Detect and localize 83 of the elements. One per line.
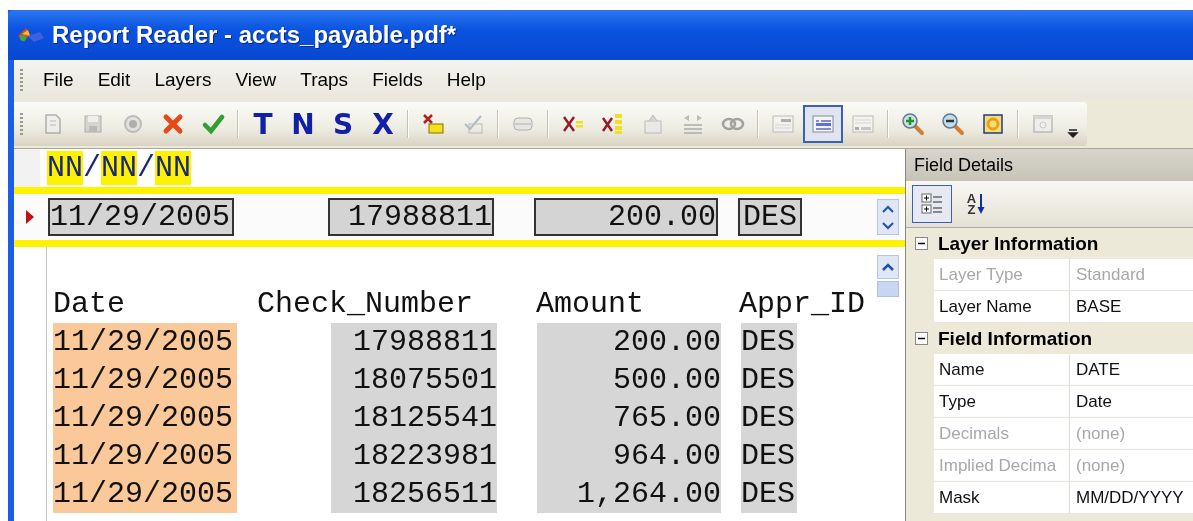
table-cell: DES (741, 399, 797, 437)
column-header: Check_Number (257, 287, 475, 321)
column-header: Amount (536, 287, 646, 321)
property-value[interactable]: BASE (1070, 291, 1122, 322)
table-cell: 18125541 (331, 399, 497, 437)
letter-button[interactable]: N (283, 105, 323, 143)
category-heading: Layer Information (938, 232, 1099, 255)
zoom-out-icon (941, 112, 965, 136)
fit-icon (981, 112, 1005, 136)
sort-button[interactable]: A Z (956, 185, 996, 223)
zoom-in-icon (901, 112, 925, 136)
down-arrow-icon (977, 193, 986, 215)
scroll-up-button[interactable] (877, 255, 899, 279)
grip-handle[interactable] (20, 69, 23, 91)
menu-item[interactable]: Edit (87, 69, 145, 91)
gutter (14, 149, 40, 187)
scroll-thumb[interactable] (877, 281, 899, 297)
property-name: Layer Name (934, 291, 1070, 322)
table-cell: 11/29/2005 (53, 475, 237, 513)
cross-box-icon (421, 112, 445, 136)
close-icon (161, 112, 185, 136)
menu-item[interactable]: View (225, 69, 291, 91)
table-cell: 18223981 (331, 437, 497, 475)
letter-button[interactable]: X (363, 105, 403, 143)
mask-text[interactable]: NN/NN/NN (47, 151, 192, 185)
panel-title: Field Details (906, 149, 1193, 181)
table-cell: DES (741, 475, 797, 513)
letter-button[interactable]: S (323, 105, 363, 143)
cross-list-icon (601, 112, 625, 136)
menu-item[interactable]: Fields (362, 69, 437, 91)
table-cell: 200.00 (537, 323, 721, 361)
layout-icon (811, 112, 835, 136)
table-cell: DES (741, 323, 797, 361)
property-name: Name (934, 354, 1070, 385)
layout-icon (771, 112, 795, 136)
menu-item[interactable]: Help (436, 69, 500, 91)
categorized-button[interactable] (912, 185, 952, 223)
circle-icon (121, 112, 145, 136)
property-name: Layer Type (934, 259, 1070, 290)
upload-icon (641, 112, 665, 136)
menu-item[interactable]: Traps (290, 69, 363, 91)
property-value[interactable]: Date (1070, 386, 1112, 417)
template-field[interactable]: 11/29/2005 (48, 198, 234, 236)
arrows-list-icon (681, 112, 705, 136)
category-heading: Field Information (938, 327, 1093, 350)
window-title: Report Reader - accts_payable.pdf* (52, 21, 457, 49)
table-cell: 500.00 (537, 361, 721, 399)
collapse-icon[interactable] (915, 332, 928, 345)
property-name: Implied Decima (934, 450, 1070, 481)
check-icon (201, 112, 225, 136)
menu-item[interactable]: File (33, 69, 88, 91)
property-name: Type (934, 386, 1070, 417)
categorized-icon (920, 192, 944, 216)
column-header: Appr_ID (739, 287, 866, 321)
table-cell: 17988811 (331, 323, 497, 361)
template-field[interactable]: 17988811 (328, 198, 494, 236)
table-cell: 11/29/2005 (53, 361, 237, 399)
table-cell: 1,264.00 (537, 475, 721, 513)
property-value[interactable]: MM/DD/YYYY (1070, 482, 1184, 513)
template-field[interactable]: 200.00 (534, 198, 718, 236)
toolbar-button[interactable] (803, 105, 843, 143)
template-field[interactable]: DES (738, 198, 802, 236)
table-cell: 18256511 (331, 475, 497, 513)
table-cell: 765.00 (537, 399, 721, 437)
property-name: Mask (934, 482, 1070, 513)
letter-button[interactable]: T (243, 105, 283, 143)
table-cell: DES (741, 361, 797, 399)
table-cell: 964.00 (537, 437, 721, 475)
table-cell: 11/29/2005 (53, 399, 237, 437)
window-icon (1031, 112, 1055, 136)
table-cell: 11/29/2005 (53, 323, 237, 361)
spin-buttons[interactable] (877, 199, 899, 235)
scrollbar[interactable] (877, 255, 899, 297)
property-name: Decimals (934, 418, 1070, 449)
table-cell: 18075501 (331, 361, 497, 399)
layout-icon (851, 112, 875, 136)
table-cell: DES (741, 437, 797, 475)
property-value[interactable]: DATE (1070, 354, 1121, 385)
grip-handle[interactable] (20, 113, 23, 135)
column-header: Date (53, 287, 126, 321)
menu-item[interactable]: Layers (144, 69, 226, 91)
collapse-icon[interactable] (915, 237, 928, 250)
table-cell: 11/29/2005 (53, 437, 237, 475)
